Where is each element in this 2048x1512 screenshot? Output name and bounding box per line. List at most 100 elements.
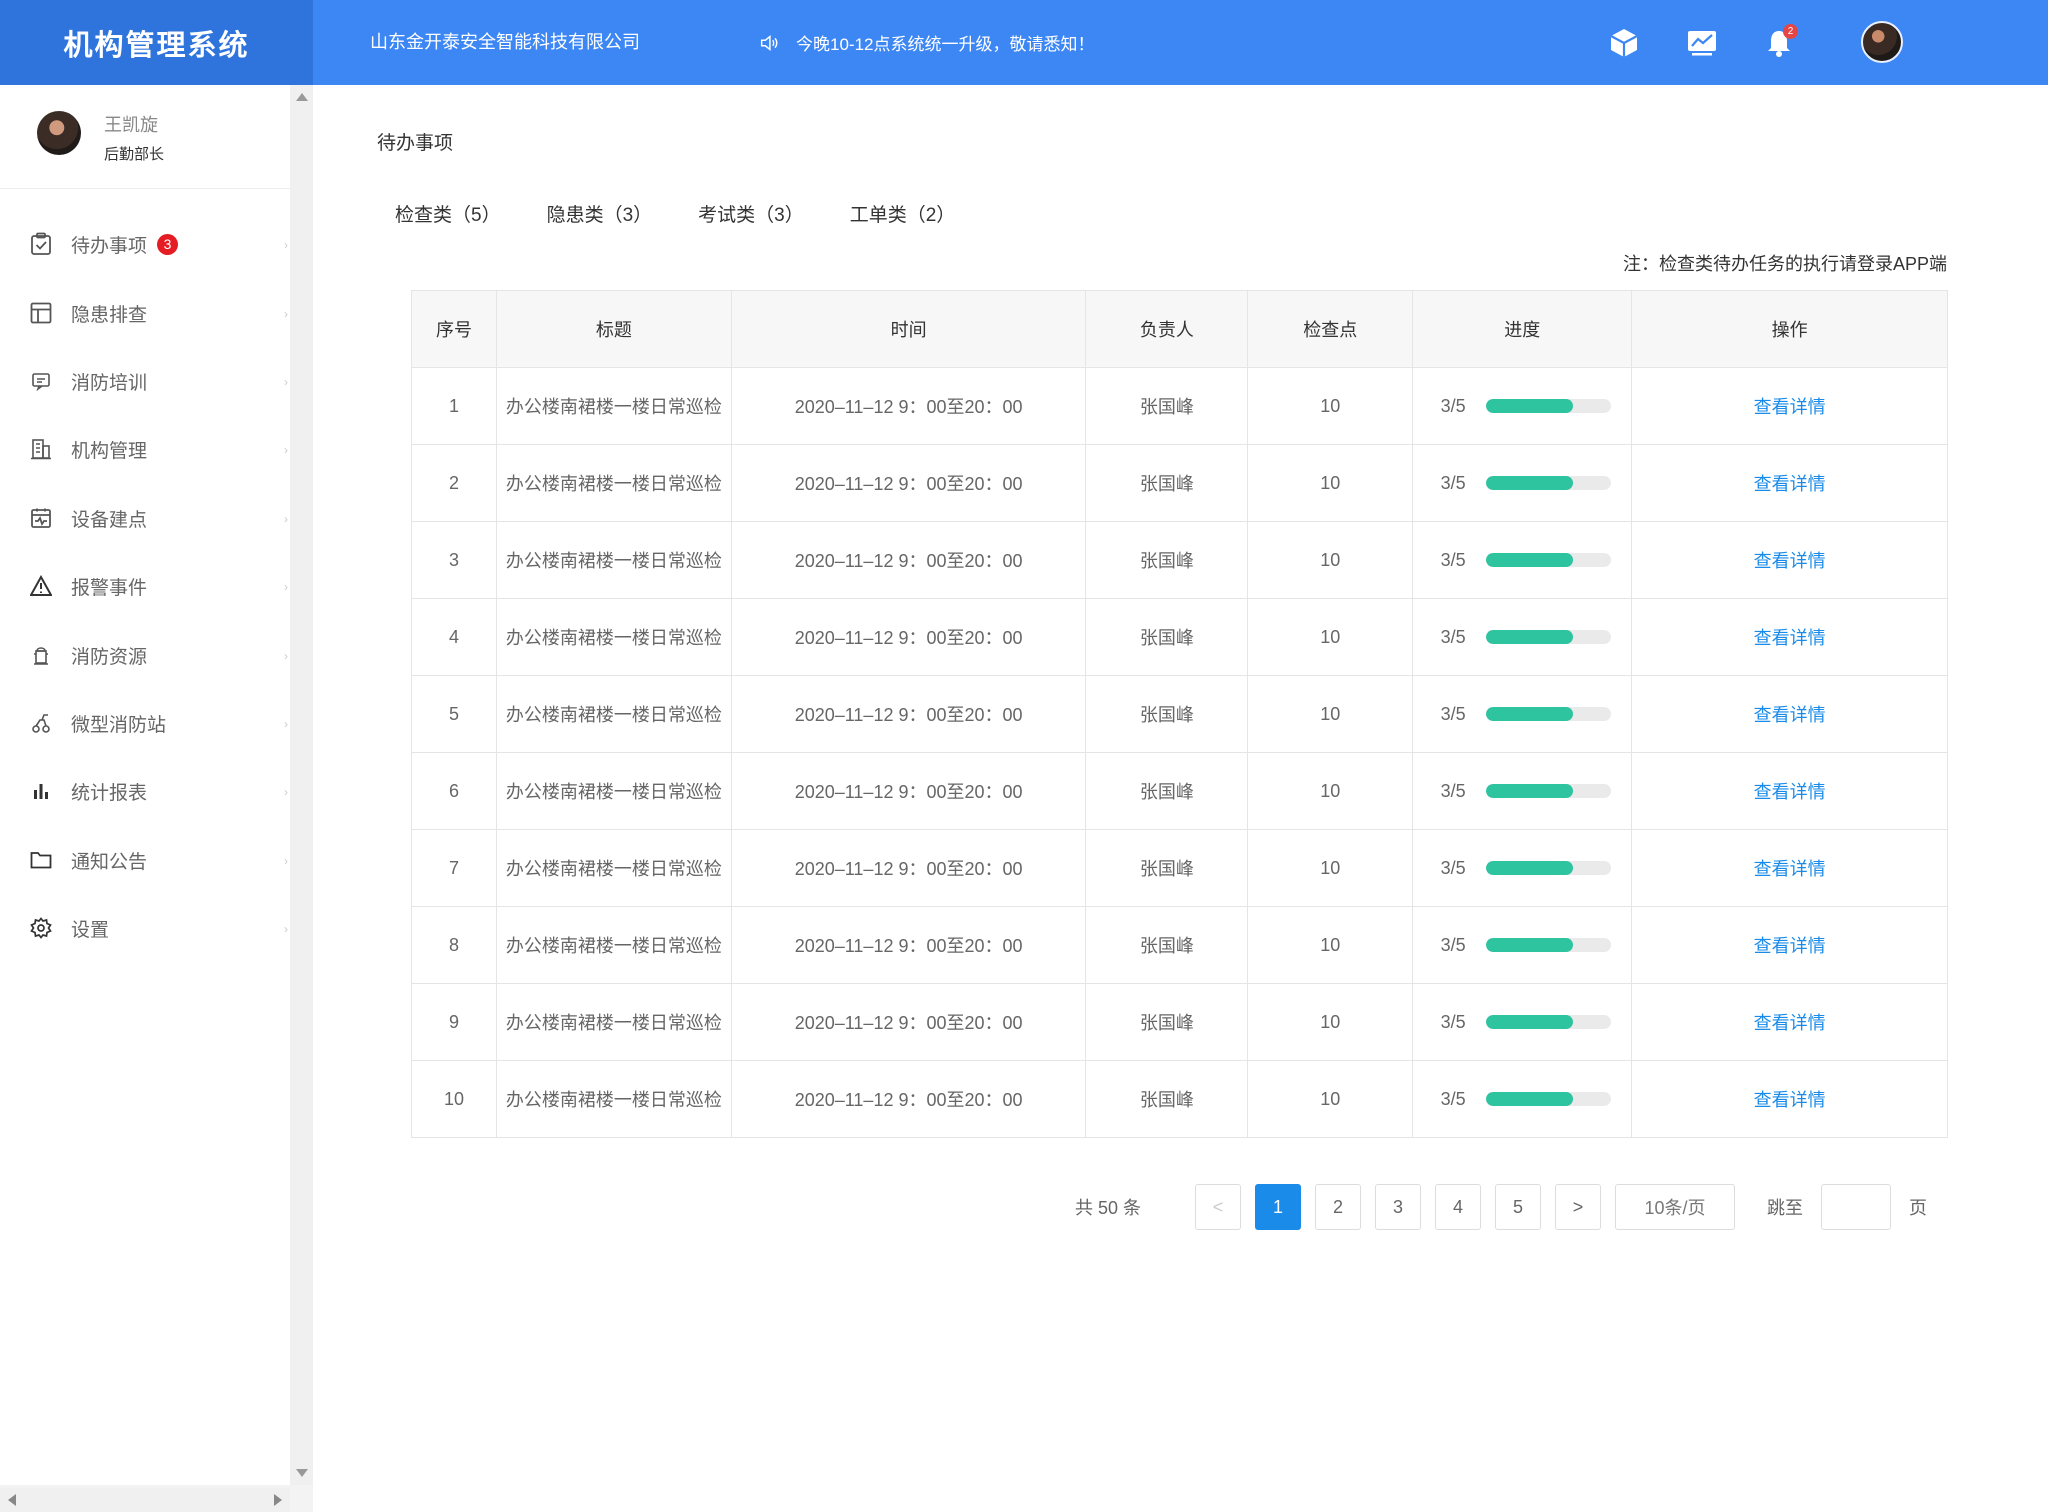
cell-index: 1 [411,367,497,445]
view-details-link[interactable]: 查看详情 [1754,859,1826,879]
cell-owner: 张国峰 [1085,752,1249,830]
cell-action: 查看详情 [1631,1060,1948,1138]
todo-table: 序号 标题 时间 负责人 检查点 进度 操作 1 办公楼南裙楼一楼日常巡检 2020… [411,290,1948,1138]
cell-time: 2020–11–12 9：00至20：00 [730,367,1087,445]
page-size-select[interactable]: 10条/页 [1615,1184,1736,1230]
progress-bar-fill [1485,1015,1574,1029]
cell-time: 2020–11–12 9：00至20：00 [730,675,1087,753]
progress-bar [1485,1015,1611,1029]
sidebar-item-settings[interactable]: 设置 › [0,898,290,958]
cell-index: 7 [411,829,497,907]
bar-chart-icon [29,779,53,803]
page-title: 待办事项 [377,133,454,154]
view-details-link[interactable]: 查看详情 [1754,1013,1826,1033]
progress-bar [1485,707,1611,721]
avatar[interactable] [1861,21,1903,63]
column-header-title: 标题 [495,290,732,368]
view-details-link[interactable]: 查看详情 [1754,705,1826,725]
cell-action: 查看详情 [1631,367,1948,445]
cell-time: 2020–11–12 9：00至20：00 [730,598,1087,676]
progress-text: 3/5 [1440,780,1466,801]
chart-screen-icon[interactable] [1685,26,1719,60]
progress-text: 3/5 [1440,1088,1466,1109]
view-details-link[interactable]: 查看详情 [1754,551,1826,571]
clipboard-check-icon [29,232,53,256]
page-button-1[interactable]: 1 [1255,1184,1302,1230]
view-details-link[interactable]: 查看详情 [1754,628,1826,648]
progress-group: 3/5 [1413,550,1631,571]
sidebar-item-label: 统计报表 [71,782,148,804]
cell-progress: 3/5 [1412,444,1633,522]
page-button-4[interactable]: 4 [1435,1184,1482,1230]
tab-work-order[interactable]: 工单类（2） [850,200,956,227]
bell-icon[interactable]: 2 [1762,24,1798,60]
sidebar-item-alarm[interactable]: 报警事件 › [0,556,290,616]
cell-action: 查看详情 [1631,752,1948,830]
scroll-down-arrow-icon[interactable] [296,1469,308,1477]
folder-icon [29,848,53,872]
table-body: 1 办公楼南裙楼一楼日常巡检 2020–11–12 9：00至20：00 张国峰 10 3… [411,367,1948,1138]
cell-title: 办公楼南裙楼一楼日常巡检 [495,983,732,1061]
progress-bar-fill [1485,476,1574,490]
page-button-2[interactable]: 2 [1315,1184,1362,1230]
next-page-button[interactable]: > [1555,1184,1602,1230]
cell-owner: 张国峰 [1085,829,1249,907]
cube-icon[interactable] [1607,26,1641,60]
cell-title: 办公楼南裙楼一楼日常巡检 [495,521,732,599]
sidebar-item-fire-resource[interactable]: 消防资源 › [0,625,290,685]
sidebar-item-notice[interactable]: 通知公告 › [0,830,290,890]
view-details-link[interactable]: 查看详情 [1754,782,1826,802]
pagination: 共 50 条 < 1 2 3 4 5 > 10条/页 跳至 页 [1075,1184,1927,1230]
progress-group: 3/5 [1413,473,1631,494]
cell-title: 办公楼南裙楼一楼日常巡检 [495,906,732,984]
prev-page-button[interactable]: < [1195,1184,1242,1230]
scroll-right-arrow-icon[interactable] [274,1494,282,1506]
cell-title: 办公楼南裙楼一楼日常巡检 [495,675,732,753]
cell-progress: 3/5 [1412,521,1633,599]
user-name: 王凯旋 [104,115,158,135]
sidebar-vertical-scrollbar[interactable] [290,85,313,1485]
progress-bar [1485,399,1611,413]
sidebar-item-device[interactable]: 设备建点 › [0,488,290,548]
page-button-5[interactable]: 5 [1495,1184,1542,1230]
view-details-link[interactable]: 查看详情 [1754,1090,1826,1110]
page-button-3[interactable]: 3 [1375,1184,1422,1230]
sidebar-item-todo[interactable]: 待办事项 3 › [0,214,290,274]
table-row: 5 办公楼南裙楼一楼日常巡检 2020–11–12 9：00至20：00 张国峰 10 3… [411,675,1948,753]
tab-inspection[interactable]: 检查类（5） [395,200,501,227]
sidebar-item-label: 设备建点 [71,509,148,531]
scroll-up-arrow-icon[interactable] [296,93,308,101]
scroll-left-arrow-icon[interactable] [8,1494,16,1506]
tab-exam[interactable]: 考试类（3） [698,200,804,227]
column-header-action: 操作 [1631,290,1948,368]
view-details-link[interactable]: 查看详情 [1754,936,1826,956]
calendar-pulse-icon [29,506,53,530]
tab-hazard[interactable]: 隐患类（3） [547,200,653,227]
cell-owner: 张国峰 [1085,675,1249,753]
table-row: 7 办公楼南裙楼一楼日常巡检 2020–11–12 9：00至20：00 张国峰 10 3… [411,829,1948,907]
app-brand[interactable]: 机构管理系统 [0,0,313,85]
sidebar-item-hazard[interactable]: 隐患排查 › [0,283,290,343]
sidebar-item-mini-station[interactable]: 微型消防站 › [0,693,290,753]
gear-icon [29,916,53,940]
building-icon [29,437,53,461]
sidebar-item-label: 消防培训 [71,372,148,394]
view-details-link[interactable]: 查看详情 [1754,397,1826,417]
page-suffix-label: 页 [1909,1198,1928,1218]
sidebar-horizontal-scrollbar[interactable] [0,1488,290,1512]
jump-page-input[interactable] [1821,1184,1892,1230]
cell-index: 5 [411,675,497,753]
cell-progress: 3/5 [1412,906,1633,984]
cell-progress: 3/5 [1412,829,1633,907]
progress-group: 3/5 [1413,1089,1631,1110]
sidebar-item-organization[interactable]: 机构管理 › [0,419,290,479]
cell-owner: 张国峰 [1085,906,1249,984]
sidebar-item-statistics[interactable]: 统计报表 › [0,761,290,821]
progress-bar-fill [1485,861,1574,875]
column-header-owner: 负责人 [1085,290,1249,368]
cell-index: 10 [411,1060,497,1138]
progress-bar-fill [1485,938,1574,952]
cell-owner: 张国峰 [1085,598,1249,676]
view-details-link[interactable]: 查看详情 [1754,474,1826,494]
sidebar-item-training[interactable]: 消防培训 › [0,351,290,411]
